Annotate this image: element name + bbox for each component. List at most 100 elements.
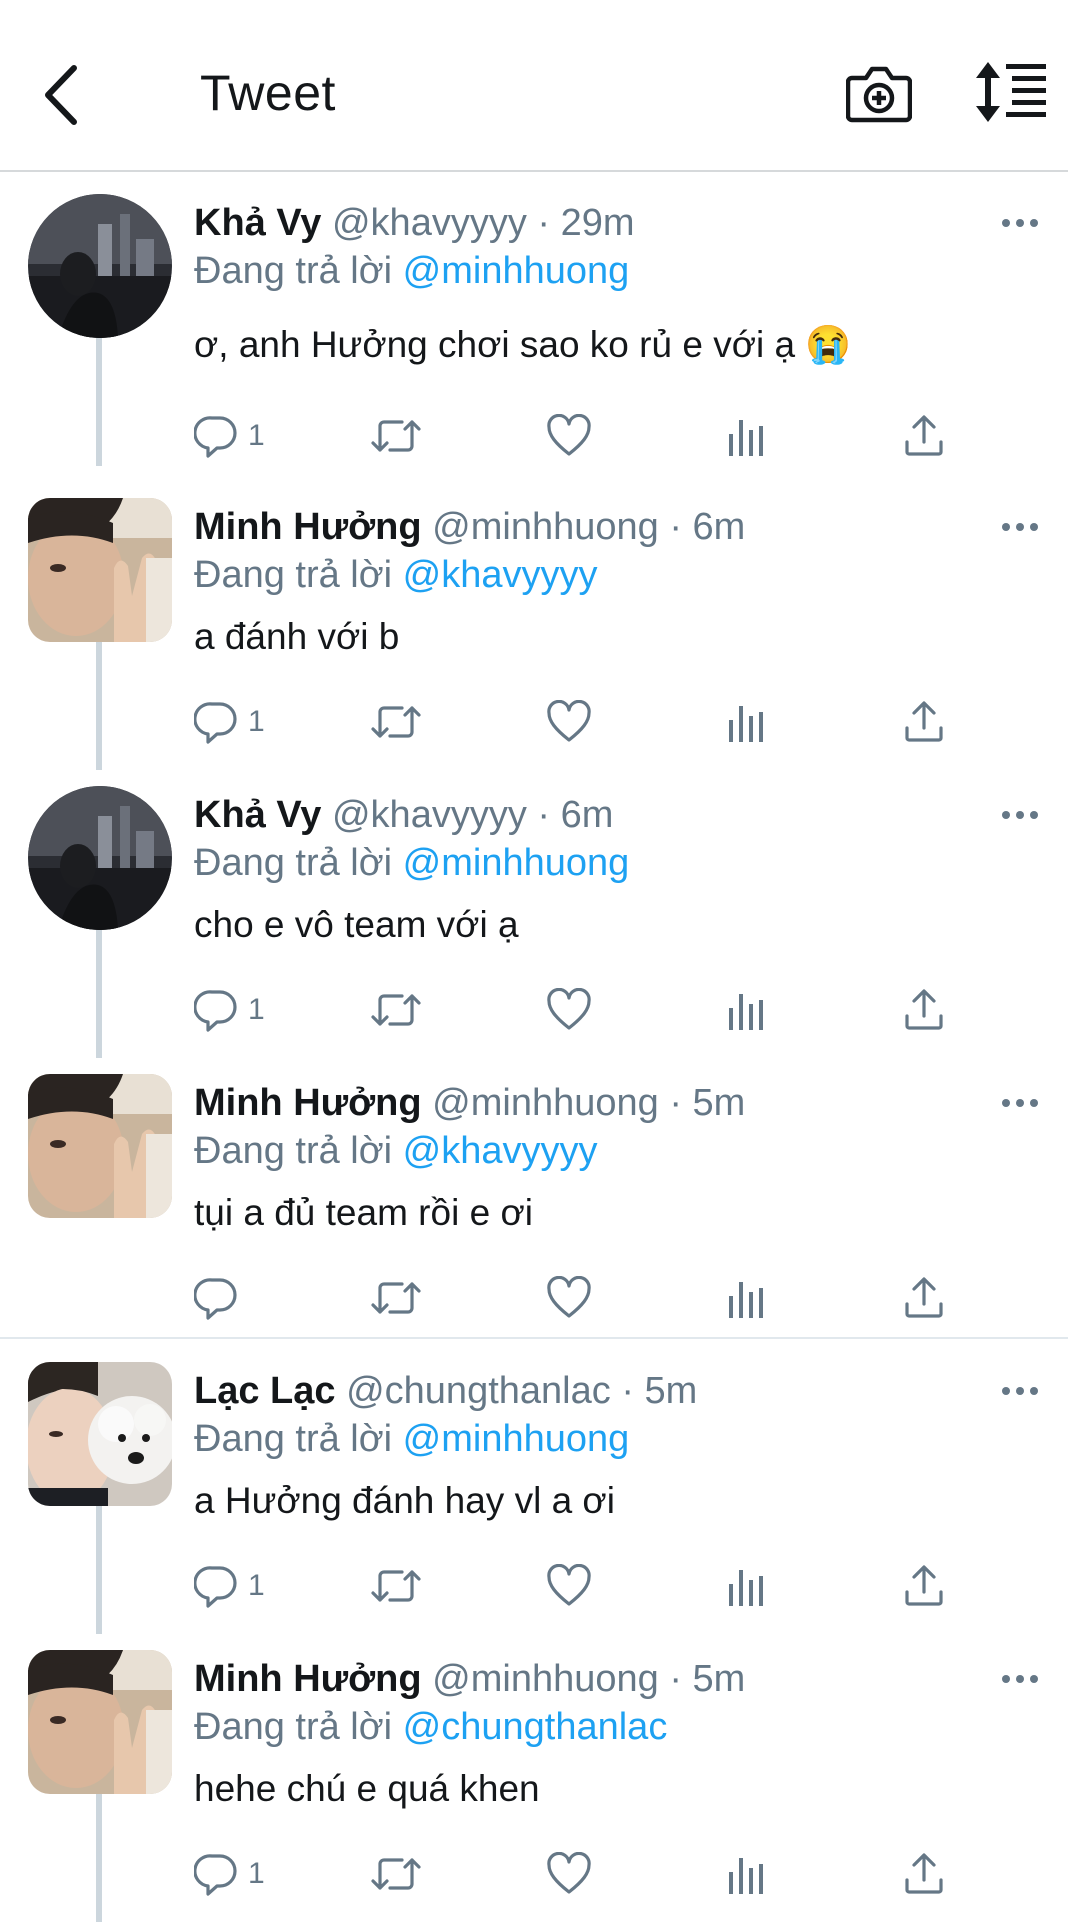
tweet[interactable]: Minh Hưởng @minhhuong · 6m Đang trả lời … bbox=[0, 484, 1068, 770]
share-icon bbox=[905, 701, 943, 742]
timestamp: 6m bbox=[692, 506, 746, 548]
reply-button[interactable] bbox=[194, 1274, 248, 1322]
views-button[interactable] bbox=[726, 1850, 766, 1898]
more-options-icon[interactable] bbox=[1000, 520, 1040, 534]
reply-icon bbox=[194, 1278, 237, 1320]
avatar[interactable] bbox=[28, 1362, 172, 1506]
reply-button[interactable]: 1 bbox=[194, 698, 265, 746]
avatar[interactable] bbox=[28, 786, 172, 930]
replying-to-mention[interactable]: @minhhuong bbox=[403, 842, 630, 884]
like-button[interactable] bbox=[546, 412, 592, 460]
display-name[interactable]: Lạc Lạc bbox=[194, 1370, 336, 1412]
share-icon bbox=[905, 1277, 943, 1318]
analytics-icon bbox=[729, 1282, 763, 1318]
display-name[interactable]: Minh Hưởng bbox=[194, 506, 422, 548]
retweet-icon bbox=[371, 994, 421, 1026]
replying-to-label: Đang trả lời bbox=[194, 250, 393, 292]
views-button[interactable] bbox=[726, 1562, 766, 1610]
retweet-button[interactable] bbox=[370, 986, 422, 1034]
more-options-icon[interactable] bbox=[1000, 216, 1040, 230]
replying-to: Đang trả lời @minhhuong bbox=[194, 840, 629, 886]
replying-to-mention[interactable]: @minhhuong bbox=[403, 250, 630, 292]
user-handle[interactable]: @minhhuong bbox=[432, 1658, 659, 1700]
views-button[interactable] bbox=[726, 698, 766, 746]
page-title: Tweet bbox=[200, 65, 336, 121]
retweet-button[interactable] bbox=[370, 412, 422, 460]
replying-to-mention[interactable]: @minhhuong bbox=[403, 1418, 630, 1460]
share-button[interactable] bbox=[902, 698, 946, 746]
avatar[interactable] bbox=[28, 498, 172, 642]
camera-plus-icon[interactable] bbox=[846, 62, 912, 126]
retweet-button[interactable] bbox=[370, 1274, 422, 1322]
display-name[interactable]: Khả Vy bbox=[194, 202, 321, 244]
sort-lines-icon[interactable] bbox=[976, 62, 1048, 122]
display-name[interactable]: Minh Hưởng bbox=[194, 1082, 422, 1124]
separator-dot: · bbox=[621, 1370, 634, 1412]
reply-count: 1 bbox=[248, 1569, 265, 1602]
more-options-icon[interactable] bbox=[1000, 1672, 1040, 1686]
like-button[interactable] bbox=[546, 1562, 592, 1610]
avatar[interactable] bbox=[28, 1650, 172, 1794]
reply-button[interactable]: 1 bbox=[194, 1562, 265, 1610]
user-handle[interactable]: @khavyyyy bbox=[332, 202, 527, 244]
tweet[interactable]: Khả Vy @khavyyyy · 6m Đang trả lời @minh… bbox=[0, 772, 1068, 1058]
user-handle[interactable]: @minhhuong bbox=[432, 1082, 659, 1124]
action-bar: 1 bbox=[194, 986, 994, 1034]
user-handle[interactable]: @khavyyyy bbox=[332, 794, 527, 836]
views-button[interactable] bbox=[726, 1274, 766, 1322]
replying-to-mention[interactable]: @khavyyyy bbox=[403, 1130, 598, 1172]
avatar[interactable] bbox=[28, 194, 172, 338]
share-button[interactable] bbox=[902, 412, 946, 460]
analytics-icon bbox=[729, 994, 763, 1030]
reply-button[interactable]: 1 bbox=[194, 1850, 265, 1898]
reply-icon bbox=[194, 1566, 237, 1608]
replying-to-mention[interactable]: @chungthanlac bbox=[403, 1706, 668, 1748]
tweet[interactable]: Khả Vy @khavyyyy · 29m Đang trả lời @min… bbox=[0, 180, 1068, 466]
share-button[interactable] bbox=[902, 986, 946, 1034]
tweet[interactable]: Lạc Lạc @chungthanlac · 5m Đang trả lời … bbox=[0, 1348, 1068, 1634]
more-options-icon[interactable] bbox=[1000, 1384, 1040, 1398]
avatar[interactable] bbox=[28, 1074, 172, 1218]
tweet[interactable]: Minh Hưởng @minhhuong · 5m Đang trả lời … bbox=[0, 1060, 1068, 1346]
tweet-header: Minh Hưởng @minhhuong · 6m bbox=[194, 504, 745, 550]
heart-icon bbox=[547, 1852, 591, 1894]
tweet[interactable]: Minh Hưởng @minhhuong · 5m Đang trả lời … bbox=[0, 1636, 1068, 1922]
reply-button[interactable]: 1 bbox=[194, 986, 265, 1034]
separator-dot: · bbox=[669, 506, 682, 548]
heart-icon bbox=[547, 414, 591, 456]
reply-button[interactable]: 1 bbox=[194, 412, 265, 460]
views-button[interactable] bbox=[726, 412, 766, 460]
views-button[interactable] bbox=[726, 986, 766, 1034]
more-options-icon[interactable] bbox=[1000, 808, 1040, 822]
like-button[interactable] bbox=[546, 698, 592, 746]
tweet-header: Minh Hưởng @minhhuong · 5m bbox=[194, 1656, 745, 1702]
replying-to: Đang trả lời @khavyyyy bbox=[194, 1128, 598, 1174]
like-button[interactable] bbox=[546, 1274, 592, 1322]
like-button[interactable] bbox=[546, 1850, 592, 1898]
user-handle[interactable]: @minhhuong bbox=[432, 506, 659, 548]
replying-to-label: Đang trả lời bbox=[194, 842, 393, 884]
share-button[interactable] bbox=[902, 1562, 946, 1610]
tweet-text: cho e vô team với ạ bbox=[194, 904, 519, 945]
retweet-button[interactable] bbox=[370, 1562, 422, 1610]
reply-icon bbox=[194, 416, 237, 458]
tweet-text: ơ, anh Hưởng chơi sao ko rủ e với ạ 😭 bbox=[194, 324, 852, 365]
display-name[interactable]: Khả Vy bbox=[194, 794, 321, 836]
separator-dot: · bbox=[537, 202, 551, 244]
share-button[interactable] bbox=[902, 1850, 946, 1898]
like-button[interactable] bbox=[546, 986, 592, 1034]
analytics-icon bbox=[729, 706, 763, 742]
tweet-text: a đánh với b bbox=[194, 616, 400, 657]
back-arrow-icon[interactable] bbox=[38, 60, 88, 130]
replying-to-label: Đang trả lời bbox=[194, 554, 393, 596]
retweet-icon bbox=[371, 420, 421, 452]
action-bar: 1 bbox=[194, 698, 994, 746]
retweet-button[interactable] bbox=[370, 1850, 422, 1898]
display-name[interactable]: Minh Hưởng bbox=[194, 1658, 422, 1700]
share-button[interactable] bbox=[902, 1274, 946, 1322]
replying-to-mention[interactable]: @khavyyyy bbox=[403, 554, 598, 596]
retweet-button[interactable] bbox=[370, 698, 422, 746]
user-handle[interactable]: @chungthanlac bbox=[346, 1370, 611, 1412]
more-options-icon[interactable] bbox=[1000, 1096, 1040, 1110]
analytics-icon bbox=[729, 1570, 763, 1606]
